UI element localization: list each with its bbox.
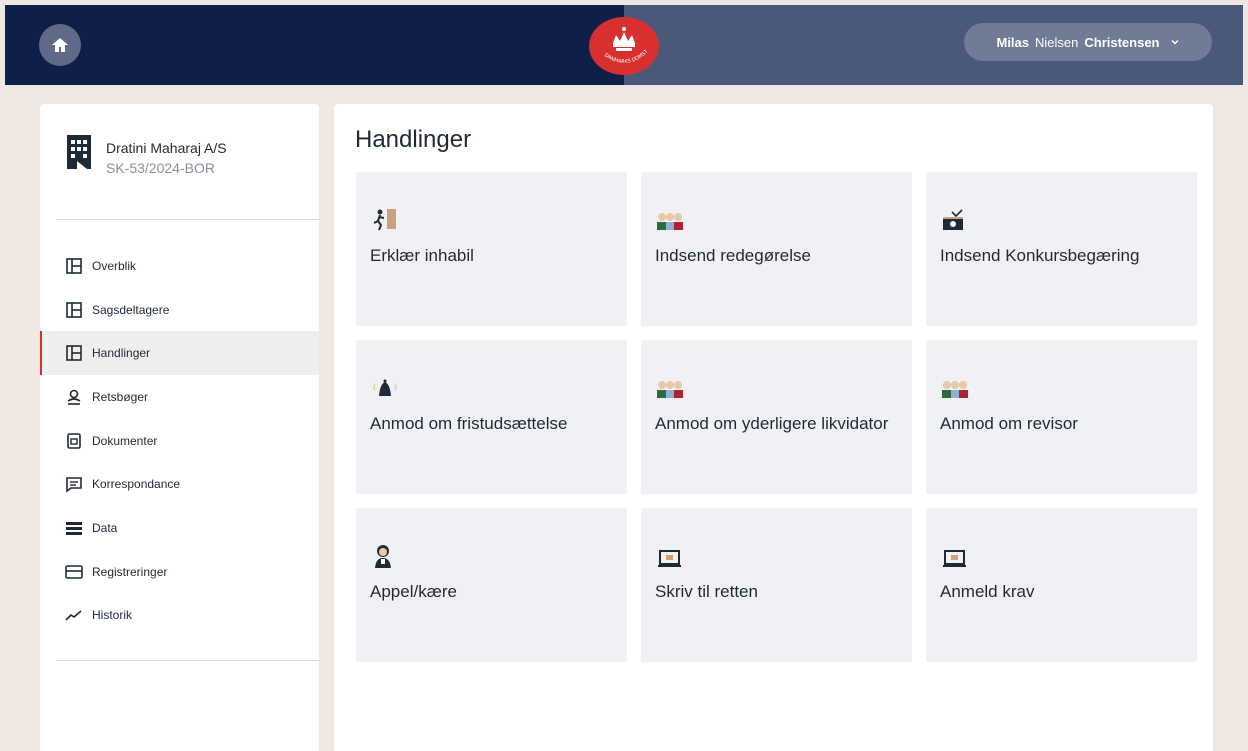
user-last-name: Christensen	[1084, 34, 1160, 50]
action-card-appel-kaere[interactable]: Appel/kære	[356, 508, 627, 662]
sidebar-item-label: Overblik	[92, 258, 137, 273]
chevron-down-icon	[1171, 40, 1178, 45]
action-grid: Erklær inhabil Indsend redegørelse Indse…	[356, 172, 1197, 662]
action-card-label: Anmod om fristudsættelse	[370, 414, 568, 433]
people-icon	[657, 381, 683, 398]
sidebar-item-dokumenter[interactable]: Dokumenter	[40, 419, 319, 463]
list-icon	[66, 521, 82, 535]
sidebar-nav: Overblik Sagsdeltagere Handlinger Retsbø…	[40, 244, 319, 637]
card-icon	[65, 564, 83, 579]
laptop-icon	[943, 550, 966, 567]
action-card-label: Erklær inhabil	[370, 246, 474, 265]
bell-icon	[373, 379, 397, 396]
case-header: Dratini Maharaj A/S SK-53/2024-BOR	[66, 134, 227, 176]
action-card-indsend-redegorelse[interactable]: Indsend redegørelse	[641, 172, 912, 326]
action-card-label: Indsend Konkursbegæring	[940, 246, 1140, 265]
panel-icon	[66, 258, 82, 274]
sidebar-item-historik[interactable]: Historik	[40, 594, 319, 638]
user-middle-name: Nielsen	[1035, 34, 1079, 50]
case-name: Dratini Maharaj A/S	[106, 140, 227, 156]
sidebar-item-handlinger[interactable]: Handlinger	[40, 331, 319, 376]
case-id: SK-53/2024-BOR	[106, 160, 215, 176]
trend-icon	[65, 610, 82, 621]
message-icon	[66, 477, 82, 493]
page-title: Handlinger	[355, 126, 472, 153]
user-menu-button[interactable]: Milas Nielsen Christensen	[964, 23, 1212, 61]
sidebar-item-sagsdeltagere[interactable]: Sagsdeltagere	[40, 288, 319, 332]
exit-icon	[373, 209, 396, 231]
sidebar-item-label: Historik	[92, 608, 133, 623]
user-first-name: Milas	[996, 34, 1029, 50]
people-icon	[942, 381, 968, 398]
judge-icon	[375, 545, 391, 568]
main-panel: Handlinger Erklær inhabil Indsend redegø…	[334, 104, 1213, 751]
building-icon	[67, 135, 91, 169]
action-card-label: Anmeld krav	[940, 582, 1035, 601]
panel-icon	[66, 301, 82, 318]
sidebar-item-retsboger[interactable]: Retsbøger	[40, 375, 319, 419]
sidebar-divider-top	[56, 219, 319, 220]
home-button[interactable]	[39, 24, 81, 66]
danmarks-domstole-logo: DANMARKS DOMSTOLE	[587, 15, 659, 75]
document-icon	[67, 432, 81, 449]
action-card-anmeld-krav[interactable]: Anmeld krav	[926, 508, 1197, 662]
sidebar: Dratini Maharaj A/S SK-53/2024-BOR Overb…	[40, 104, 319, 751]
tv-icon	[943, 209, 963, 230]
sidebar-item-label: Korrespondance	[92, 477, 181, 492]
action-card-erklaer-inhabil[interactable]: Erklær inhabil	[356, 172, 627, 326]
laptop-icon	[658, 550, 681, 567]
person-icon	[67, 389, 81, 405]
home-icon	[52, 38, 68, 52]
sidebar-item-korrespondance[interactable]: Korrespondance	[40, 462, 319, 506]
action-card-label: Appel/kære	[370, 582, 457, 601]
action-card-label: Anmod om revisor	[940, 414, 1078, 433]
sidebar-item-registreringer[interactable]: Registreringer	[40, 550, 319, 594]
sidebar-item-label: Retsbøger	[92, 389, 149, 404]
sidebar-item-overblik[interactable]: Overblik	[40, 244, 319, 288]
top-bar: DANMARKS DOMSTOLE Milas Nielsen Christen…	[5, 5, 1243, 85]
sidebar-divider-bottom	[56, 660, 319, 661]
action-card-label: Skriv til retten	[655, 582, 758, 601]
action-card-anmod-om-fristudsaettelse[interactable]: Anmod om fristudsættelse	[356, 340, 627, 494]
action-card-anmod-om-revisor[interactable]: Anmod om revisor	[926, 340, 1197, 494]
action-card-label: Indsend redegørelse	[655, 246, 811, 265]
sidebar-item-label: Data	[92, 520, 118, 535]
sidebar-item-label: Registreringer	[92, 564, 168, 579]
action-card-skriv-til-retten[interactable]: Skriv til retten	[641, 508, 912, 662]
sidebar-item-label: Sagsdeltagere	[92, 302, 170, 317]
panel-icon	[66, 345, 82, 362]
sidebar-item-label: Dokumenter	[92, 433, 158, 448]
sidebar-item-label: Handlinger	[92, 346, 151, 361]
action-card-anmod-om-yderligere-likvidator[interactable]: Anmod om yderligere likvidator	[641, 340, 912, 494]
sidebar-item-data[interactable]: Data	[40, 506, 319, 550]
people-icon	[657, 213, 683, 230]
action-card-label: Anmod om yderligere likvidator	[655, 414, 889, 433]
action-card-indsend-konkursbegaering[interactable]: Indsend Konkursbegæring	[926, 172, 1197, 326]
